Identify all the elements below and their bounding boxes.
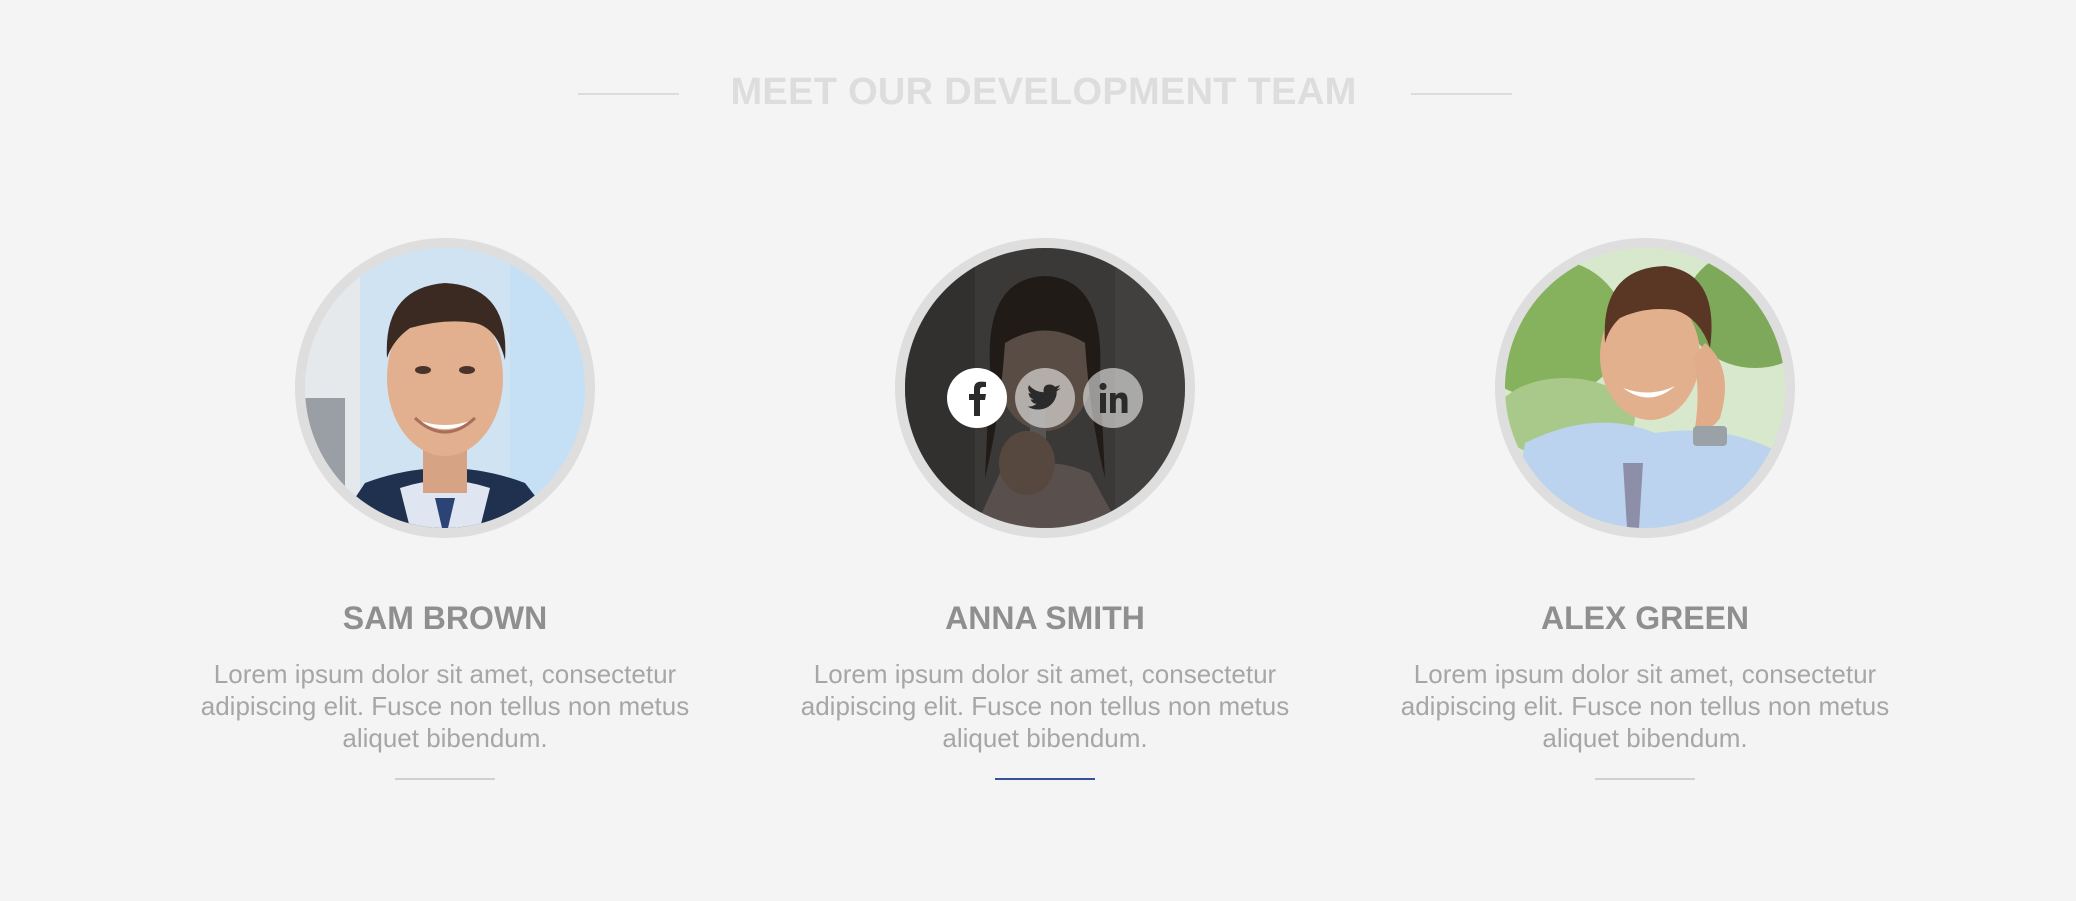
avatar-frame [1495, 238, 1795, 538]
facebook-icon[interactable] [947, 368, 1007, 428]
avatar-photo-alex-green[interactable] [1505, 248, 1785, 528]
member-name: ALEX GREEN [1540, 600, 1750, 636]
card-divider-active [995, 778, 1095, 780]
title-line-right [1411, 93, 1512, 95]
member-name: ANNA SMITH [945, 600, 1145, 636]
member-bio: Lorem ipsum dolor sit amet, consectetur … [800, 659, 1290, 753]
avatar-frame [895, 238, 1195, 538]
card-divider [395, 778, 495, 780]
member-name: SAM BROWN [342, 600, 548, 636]
section-header: MEET OUR DEVELOPMENT TEAM [0, 66, 2076, 118]
linkedin-icon[interactable] [1083, 368, 1143, 428]
team-member-card-anna-smith[interactable]: ANNA SMITH Lorem ipsum dolor sit amet, c… [765, 238, 1325, 780]
avatar-photo-anna-smith[interactable] [905, 248, 1185, 528]
team-member-card-sam-brown[interactable]: SAM BROWN Lorem ipsum dolor sit amet, co… [165, 238, 725, 780]
member-bio: Lorem ipsum dolor sit amet, consectetur … [200, 659, 690, 753]
twitter-icon[interactable] [1015, 368, 1075, 428]
avatar-frame [295, 238, 595, 538]
section-title: MEET OUR DEVELOPMENT TEAM [730, 71, 1357, 113]
social-links [905, 368, 1185, 428]
card-divider [1595, 778, 1695, 780]
team-member-card-alex-green[interactable]: ALEX GREEN Lorem ipsum dolor sit amet, c… [1365, 238, 1925, 780]
member-bio: Lorem ipsum dolor sit amet, consectetur … [1400, 659, 1890, 753]
avatar-photo-sam-brown[interactable] [305, 248, 585, 528]
